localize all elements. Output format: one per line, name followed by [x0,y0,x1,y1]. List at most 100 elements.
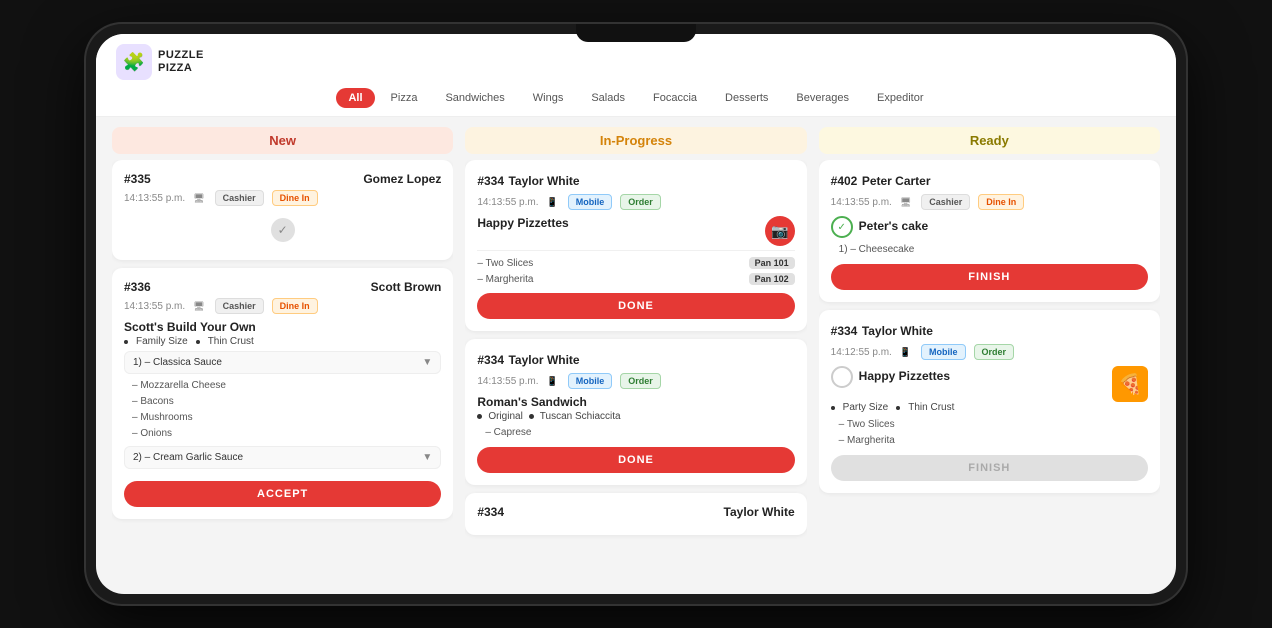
happy-piz-ready-row: Happy Pizzettes 🍕 [831,366,1148,402]
finish-button-334-disabled: FINISH [831,455,1148,481]
size-taylor-ready: Party Size [843,402,889,413]
dish-taylor-ready: Happy Pizzettes [859,369,950,383]
badge-dinein-402: Dine In [978,194,1024,210]
col-header-inprogress: In-Progress [465,127,806,154]
pizza-thumbnail: 🍕 [1112,366,1148,402]
card-meta-402: 14:13:55 p.m. 🖥 Cashier Dine In [831,194,1148,210]
chevron-sauce1: ▼ [422,357,432,368]
sauce1-sub: – Mozzarella Cheese – Bacons – Mushrooms… [124,378,441,442]
column-inprogress: #334 Taylor White 14:13:55 p.m. 📱 Mobile… [465,160,806,582]
done-button-1[interactable]: DONE [477,293,794,319]
card-meta-334-2: 14:13:55 p.m. 📱 Mobile Order [477,373,794,389]
nav-tab-desserts[interactable]: Desserts [713,88,780,108]
accordion-sauce1[interactable]: 1) – Classica Sauce ▼ [124,351,441,374]
slice-2-name: – Margherita [477,274,533,285]
nav-tab-beverages[interactable]: Beverages [784,88,861,108]
badge-mobile-334-ready: Mobile [921,344,966,360]
order-id-336: #336 [124,280,151,294]
accordion-sauce2[interactable]: 2) – Cream Garlic Sauce ▼ [124,446,441,469]
nav-tab-sandwiches[interactable]: Sandwiches [433,88,516,108]
cashier-icon-335: 🖥 [193,193,204,204]
columns-body: #335 Gomez Lopez 14:13:55 p.m. 🖥 Cashier… [96,160,1176,594]
tablet-notch [576,24,696,42]
card-pc-header: #402 Peter Carter [831,172,1148,190]
customer-gomez: Gomez Lopez [363,172,441,186]
camera-button[interactable]: 📷 [765,216,795,246]
dish-pizzettes: Happy Pizzettes [477,216,568,230]
nav-tab-focaccia[interactable]: Focaccia [641,88,709,108]
columns-header: New In-Progress Ready [96,117,1176,160]
badge-mobile-334: Mobile [568,194,613,210]
nav-tab-salads[interactable]: Salads [579,88,637,108]
nav-tab-wings[interactable]: Wings [521,88,576,108]
card-taylor-3-partial: #334 Taylor White [465,493,806,535]
tablet-screen: 🧩 PUZZLEPIZZA All Pizza Sandwiches Wings… [96,34,1176,594]
sub-onions: – Onions [124,426,441,442]
card-ts-header: #334 Taylor White [477,351,794,369]
option-tuscan: Tuscan Schiaccita [540,411,621,422]
time-336: 14:13:55 p.m. [124,301,185,312]
sub-margherita-ready: – Margherita [831,433,1148,449]
col-header-ready: Ready [819,127,1160,154]
nav-tabs: All Pizza Sandwiches Wings Salads Focacc… [336,88,935,116]
finish-button-402[interactable]: FINISH [831,264,1148,290]
badge-order-334: Order [620,194,661,210]
nav-tab-pizza[interactable]: Pizza [379,88,430,108]
check-row-taylor-ready: Happy Pizzettes [831,366,950,388]
logo-icon: 🧩 [116,44,152,80]
badge-dinein-335: Dine In [272,190,318,206]
card-taylor-ready: #334 Taylor White 14:12:55 p.m. 📱 Mobile… [819,310,1160,493]
time-334-ready: 14:12:55 p.m. [831,347,892,358]
done-button-2[interactable]: DONE [477,447,794,473]
customer-peter: Peter Carter [862,174,931,188]
dot-size [124,340,128,344]
dish-scott: Scott's Build Your Own [124,320,441,334]
time-334-1: 14:13:55 p.m. [477,197,538,208]
slice-row-1: – Two Slices Pan 101 [477,255,794,271]
badge-dinein-336: Dine In [272,298,318,314]
col-header-new: New [112,127,453,154]
nav-tab-expeditor[interactable]: Expeditor [865,88,935,108]
check-row-peter: ✓ Peter's cake [831,216,1148,238]
order-id-335: #335 [124,172,151,186]
time-335: 14:13:55 p.m. [124,193,185,204]
mobile-icon-334: 📱 [546,197,557,208]
sub-two-slices-ready: – Two Slices [831,417,1148,433]
card-meta-336: 14:13:55 p.m. 🖥 Cashier Dine In [124,298,441,314]
accept-button-336[interactable]: ACCEPT [124,481,441,507]
check-circle-peter: ✓ [831,216,853,238]
logo-text: PUZZLEPIZZA [158,49,204,75]
badge-cashier-402: Cashier [921,194,970,210]
empty-status-335: ✓ [271,218,295,242]
badge-cashier-335: Cashier [215,190,264,206]
card-taylor-pizzettes: #334 Taylor White 14:13:55 p.m. 📱 Mobile… [465,160,806,331]
sub-mushrooms: – Mushrooms [124,410,441,426]
card-meta-335: 14:13:55 p.m. 🖥 Cashier Dine In [124,190,441,206]
card-tr-header: #334 Taylor White [831,322,1148,340]
empty-circle-taylor [831,366,853,388]
card-taylor-sandwich: #334 Taylor White 14:13:55 p.m. 📱 Mobile… [465,339,806,485]
card-tp-header: #334 Taylor White [477,172,794,190]
dot-crust-ready [896,406,900,410]
sauce2-label: 2) – Cream Garlic Sauce [133,452,243,463]
slice-1-name: – Two Slices [477,258,533,269]
card-t3-header: #334 Taylor White [477,505,794,519]
dot-crust [196,340,200,344]
pan-2-badge: Pan 102 [749,273,795,285]
roman-options-row: Original Tuscan Schiaccita [477,411,794,422]
size-row-taylor-ready: Party Size Thin Crust [831,402,1148,413]
customer-taylor-ready: Taylor White [862,324,933,338]
dish-sandwich: Roman's Sandwich [477,395,794,409]
slice-row-2: – Margherita Pan 102 [477,271,794,287]
header: 🧩 PUZZLEPIZZA All Pizza Sandwiches Wings… [96,34,1176,117]
mobile-icon-334-2: 📱 [546,376,557,387]
nav-tab-all[interactable]: All [336,88,374,108]
order-id-402: #402 [831,174,858,188]
dish-peter: Peter's cake [859,219,929,233]
card-meta-334-1: 14:13:55 p.m. 📱 Mobile Order [477,194,794,210]
card-scott-brown: #336 Scott Brown 14:13:55 p.m. 🖥 Cashier… [112,268,453,519]
tablet-frame: 🧩 PUZZLEPIZZA All Pizza Sandwiches Wings… [86,24,1186,604]
badge-mobile-334-2: Mobile [568,373,613,389]
customer-taylor-3: Taylor White [724,505,795,519]
cashier-icon-336: 🖥 [193,301,204,312]
